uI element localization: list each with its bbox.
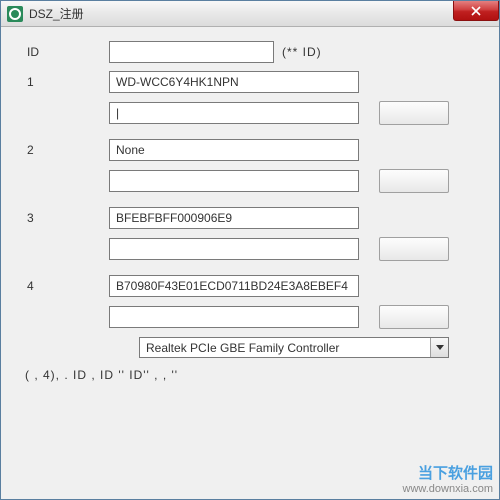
id-input[interactable]: [109, 41, 274, 63]
id-hint: (** ID): [282, 45, 322, 59]
watermark-url: www.downxia.com: [403, 483, 493, 495]
app-icon: [7, 6, 23, 22]
section-1-main-input[interactable]: [109, 71, 359, 93]
section-2-button[interactable]: [379, 169, 449, 193]
section-3-sub-input[interactable]: [109, 238, 359, 260]
section-4-label: 4: [19, 279, 109, 293]
section-2: 2: [19, 139, 481, 193]
section-3-label: 3: [19, 211, 109, 225]
section-3-main-input[interactable]: [109, 207, 359, 229]
section-1-button[interactable]: [379, 101, 449, 125]
adapter-combo[interactable]: Realtek PCIe GBE Family Controller: [139, 337, 449, 358]
close-button[interactable]: [453, 1, 499, 21]
watermark: 当下软件园 www.downxia.com: [403, 462, 493, 495]
section-4-main-input[interactable]: [109, 275, 359, 297]
chevron-down-icon: [430, 338, 448, 357]
watermark-name: 当下软件园: [403, 462, 493, 483]
adapter-combo-text: Realtek PCIe GBE Family Controller: [140, 341, 430, 355]
content-area: ID (** ID) 1 2: [1, 27, 499, 499]
section-4-sub-input[interactable]: [109, 306, 359, 328]
adapter-row: Realtek PCIe GBE Family Controller: [19, 337, 481, 358]
section-3-button[interactable]: [379, 237, 449, 261]
section-2-main-input[interactable]: [109, 139, 359, 161]
section-2-sub-input[interactable]: [109, 170, 359, 192]
id-row: ID (** ID): [19, 41, 481, 63]
id-label: ID: [19, 45, 109, 59]
section-4: 4: [19, 275, 481, 329]
section-3: 3: [19, 207, 481, 261]
section-2-label: 2: [19, 143, 109, 157]
section-1-sub-input[interactable]: [109, 102, 359, 124]
close-icon: [471, 6, 481, 16]
section-4-button[interactable]: [379, 305, 449, 329]
section-1: 1: [19, 71, 481, 125]
titlebar[interactable]: DSZ_注册: [1, 1, 499, 27]
window-title: DSZ_注册: [29, 5, 84, 22]
registration-window: DSZ_注册 ID (** ID) 1: [0, 0, 500, 500]
section-1-label: 1: [19, 75, 109, 89]
bottom-hint: ( , 4), . ID , ID '' ID'' , , '': [19, 368, 481, 382]
